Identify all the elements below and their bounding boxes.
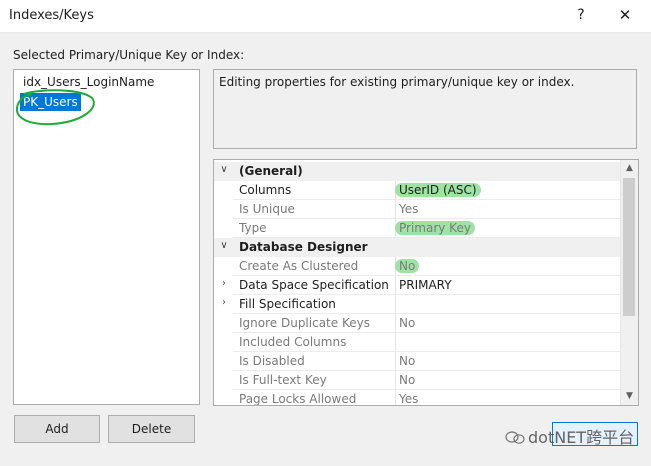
- property-value: No: [399, 316, 416, 330]
- property-row-is-unique[interactable]: Is Unique Yes: [214, 200, 621, 219]
- list-item-pk-users[interactable]: PK_Users: [20, 93, 81, 111]
- category-database-designer[interactable]: ∨ Database Designer: [214, 238, 621, 257]
- property-name: Is Full-text Key: [239, 373, 327, 387]
- scroll-down-arrow-icon[interactable]: ▼: [621, 388, 638, 405]
- chat-bubble-icon: [505, 431, 525, 444]
- category-general[interactable]: ∨ (General): [214, 162, 621, 181]
- property-name: Ignore Duplicate Keys: [239, 316, 370, 330]
- collapse-chevron-icon[interactable]: ∨: [219, 240, 229, 251]
- property-row-is-full-text-key[interactable]: Is Full-text Key No: [214, 371, 621, 390]
- property-row-columns[interactable]: Columns UserID (ASC): [214, 181, 621, 200]
- property-name: Data Space Specification: [239, 278, 389, 292]
- list-item-idx-users-loginname[interactable]: idx_Users_LoginName: [20, 73, 157, 91]
- property-name: Create As Clustered: [239, 259, 359, 273]
- property-value: No: [395, 259, 420, 273]
- description-text: Editing properties for existing primary/…: [219, 75, 575, 89]
- property-row-data-space-specification[interactable]: › Data Space Specification PRIMARY: [214, 276, 621, 295]
- description-panel: Editing properties for existing primary/…: [213, 69, 637, 149]
- property-value: Yes: [399, 202, 419, 216]
- expand-chevron-icon[interactable]: ›: [219, 297, 229, 308]
- expand-chevron-icon[interactable]: ›: [219, 278, 229, 289]
- collapse-chevron-icon[interactable]: ∨: [219, 164, 229, 175]
- property-name: Is Disabled: [239, 354, 305, 368]
- property-value: No: [399, 354, 416, 368]
- delete-button[interactable]: Delete: [108, 415, 195, 443]
- close-window-button[interactable]: ✕: [614, 4, 636, 26]
- add-button[interactable]: Add: [14, 415, 100, 443]
- property-name: Is Unique: [239, 202, 295, 216]
- scroll-up-arrow-icon[interactable]: ▲: [621, 160, 638, 177]
- property-value[interactable]: PRIMARY: [399, 278, 452, 292]
- property-name: Included Columns: [239, 335, 347, 349]
- property-row-type[interactable]: Type Primary Key: [214, 219, 621, 238]
- property-name: Page Locks Allowed: [239, 392, 357, 406]
- watermark: dotNET跨平台: [505, 424, 634, 448]
- help-button[interactable]: ?: [570, 4, 592, 26]
- property-row-included-columns[interactable]: Included Columns: [214, 333, 621, 352]
- property-value: Primary Key: [395, 221, 475, 235]
- property-row-page-locks-allowed[interactable]: Page Locks Allowed Yes: [214, 390, 621, 406]
- property-name: Type: [239, 221, 267, 235]
- property-row-ignore-duplicate-keys[interactable]: Ignore Duplicate Keys No: [214, 314, 621, 333]
- property-name: Columns: [239, 183, 292, 197]
- property-value[interactable]: UserID (ASC): [395, 183, 481, 197]
- property-value: No: [399, 373, 416, 387]
- property-name: Fill Specification: [239, 297, 336, 311]
- title-bar: Indexes/Keys ? ✕: [0, 0, 651, 33]
- property-row-fill-specification[interactable]: › Fill Specification: [214, 295, 621, 314]
- property-row-create-as-clustered[interactable]: Create As Clustered No: [214, 257, 621, 276]
- selected-key-label: Selected Primary/Unique Key or Index:: [13, 48, 245, 62]
- scroll-thumb[interactable]: [623, 178, 635, 316]
- key-index-list[interactable]: idx_Users_LoginName PK_Users: [13, 69, 200, 405]
- property-grid[interactable]: ∨ (General) Columns UserID (ASC) Is Uniq…: [213, 159, 639, 406]
- window-title: Indexes/Keys: [9, 8, 94, 23]
- property-value: Yes: [399, 392, 419, 406]
- property-row-is-disabled[interactable]: Is Disabled No: [214, 352, 621, 371]
- watermark-text: dotNET跨平台: [528, 428, 635, 447]
- property-grid-scrollbar[interactable]: ▲ ▼: [620, 160, 638, 405]
